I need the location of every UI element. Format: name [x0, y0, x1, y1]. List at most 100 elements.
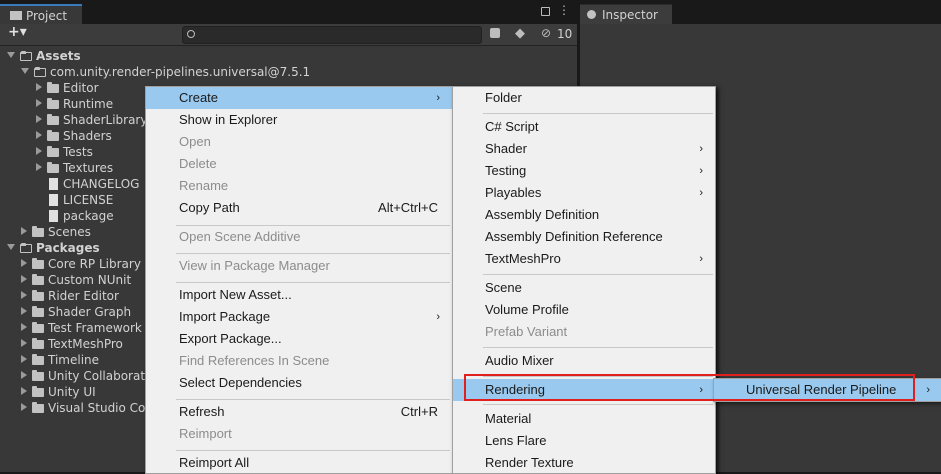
tree-folder-tests[interactable]: Tests	[36, 144, 93, 160]
expand-arrow-icon[interactable]	[21, 68, 29, 74]
menu-item-testing[interactable]: Testing ›	[453, 160, 715, 182]
submenu-arrow-icon: ›	[699, 187, 703, 199]
tab-project-label: Project	[26, 9, 68, 23]
menu-item-prefab-variant[interactable]: Prefab Variant	[453, 321, 715, 343]
menu-item-folder[interactable]: Folder	[453, 87, 715, 109]
expand-arrow-icon[interactable]	[7, 244, 15, 250]
tree-package-item[interactable]: Visual Studio Code	[21, 400, 160, 416]
submenu-arrow-icon: ›	[699, 253, 703, 265]
tree-package-item[interactable]: Unity UI	[21, 384, 96, 400]
expand-arrow-icon[interactable]	[36, 163, 42, 171]
submenu-arrow-icon: ›	[436, 92, 440, 104]
folder-icon	[47, 114, 59, 125]
menu-item-reimport-all[interactable]: Reimport All	[146, 452, 452, 474]
menu-item-show-in-explorer[interactable]: Show in Explorer	[146, 109, 452, 131]
expand-arrow-icon[interactable]	[36, 131, 42, 139]
shortcut-label: Ctrl+R	[400, 404, 438, 419]
menu-item-rename[interactable]: Rename	[146, 175, 452, 197]
tab-project[interactable]: Project	[0, 4, 82, 24]
menu-item-delete[interactable]: Delete	[146, 153, 452, 175]
tree-file-changelog[interactable]: CHANGELOG	[47, 176, 139, 192]
menu-item-find-references[interactable]: Find References In Scene	[146, 350, 452, 372]
menu-item-view-in-package-manager[interactable]: View in Package Manager	[146, 255, 452, 277]
menu-item-open[interactable]: Open	[146, 131, 452, 153]
folder-icon	[32, 290, 44, 301]
lock-icon[interactable]	[541, 7, 550, 16]
expand-arrow-icon[interactable]	[7, 52, 15, 58]
tree-file-license[interactable]: LICENSE	[47, 192, 113, 208]
expand-arrow-icon[interactable]	[21, 323, 27, 331]
expand-arrow-icon[interactable]	[21, 275, 27, 283]
tree-folder-shaderlibrary[interactable]: ShaderLibrary	[36, 112, 147, 128]
expand-arrow-icon[interactable]	[36, 147, 42, 155]
menu-item-textmeshpro[interactable]: TextMeshPro ›	[453, 248, 715, 270]
menu-item-refresh[interactable]: Refresh Ctrl+R	[146, 401, 452, 423]
menu-item-lens-flare[interactable]: Lens Flare	[453, 430, 715, 452]
menu-item-scene[interactable]: Scene	[453, 277, 715, 299]
menu-item-create[interactable]: Create ›	[146, 87, 452, 109]
add-button[interactable]: +▾	[8, 24, 27, 40]
tree-file-package[interactable]: package	[47, 208, 114, 224]
text-file-icon	[49, 194, 58, 206]
menu-item-import-package[interactable]: Import Package ›	[146, 306, 452, 328]
tree-package-item[interactable]: Unity Collaborate	[21, 368, 152, 384]
tree-folder-scenes[interactable]: Scenes	[21, 224, 91, 240]
search-input[interactable]	[182, 26, 482, 44]
hidden-packages-icon[interactable]: ⊘	[541, 26, 551, 40]
folder-icon	[32, 370, 44, 381]
search-icon	[187, 30, 195, 38]
expand-arrow-icon[interactable]	[21, 355, 27, 363]
menu-item-export-package[interactable]: Export Package...	[146, 328, 452, 350]
menu-item-open-scene-additive[interactable]: Open Scene Additive	[146, 226, 452, 248]
tree-package-item[interactable]: Custom NUnit	[21, 272, 131, 288]
tree-folder-runtime[interactable]: Runtime	[36, 96, 113, 112]
folder-icon	[47, 146, 59, 157]
expand-arrow-icon[interactable]	[21, 307, 27, 315]
folder-open-icon	[20, 51, 32, 61]
menu-item-shader[interactable]: Shader ›	[453, 138, 715, 160]
tree-package-item[interactable]: TextMeshPro	[21, 336, 123, 352]
filter-by-type-icon[interactable]	[490, 28, 500, 38]
expand-arrow-icon[interactable]	[21, 291, 27, 299]
menu-item-csharp-script[interactable]: C# Script	[453, 116, 715, 138]
tree-package-item[interactable]: Shader Graph	[21, 304, 131, 320]
menu-item-audio-mixer[interactable]: Audio Mixer	[453, 350, 715, 372]
expand-arrow-icon[interactable]	[21, 339, 27, 347]
tree-package-item[interactable]: Test Framework	[21, 320, 142, 336]
inspector-tabbar: Inspector	[580, 0, 941, 24]
expand-arrow-icon[interactable]	[36, 99, 42, 107]
menu-item-copy-path[interactable]: Copy Path Alt+Ctrl+C	[146, 197, 452, 219]
tree-package-item[interactable]: Core RP Library	[21, 256, 141, 272]
more-options-icon[interactable]: ⋮	[558, 3, 570, 17]
tree-package-item[interactable]: Timeline	[21, 352, 99, 368]
expand-arrow-icon[interactable]	[21, 371, 27, 379]
menu-item-volume-profile[interactable]: Volume Profile	[453, 299, 715, 321]
expand-arrow-icon[interactable]	[21, 259, 27, 267]
expand-arrow-icon[interactable]	[21, 227, 27, 235]
expand-arrow-icon[interactable]	[36, 115, 42, 123]
menu-item-material[interactable]: Material	[453, 408, 715, 430]
tree-package-root[interactable]: com.unity.render-pipelines.universal@7.5…	[21, 64, 310, 80]
tree-folder-shaders[interactable]: Shaders	[36, 128, 112, 144]
submenu-arrow-icon: ›	[699, 143, 703, 155]
menu-item-reimport[interactable]: Reimport	[146, 423, 452, 445]
info-icon	[587, 10, 596, 19]
menu-item-assembly-definition-reference[interactable]: Assembly Definition Reference	[453, 226, 715, 248]
menu-item-import-new-asset[interactable]: Import New Asset...	[146, 284, 452, 306]
tree-package-item[interactable]: Rider Editor	[21, 288, 119, 304]
menu-item-render-texture[interactable]: Render Texture	[453, 452, 715, 474]
tree-folder-editor[interactable]: Editor	[36, 80, 99, 96]
menu-item-assembly-definition[interactable]: Assembly Definition	[453, 204, 715, 226]
tab-inspector[interactable]: Inspector	[580, 4, 672, 24]
tree-packages[interactable]: Packages	[7, 240, 100, 256]
menu-item-select-dependencies[interactable]: Select Dependencies	[146, 372, 452, 394]
tree-assets[interactable]: Assets	[7, 48, 81, 64]
tree-folder-textures[interactable]: Textures	[36, 160, 113, 176]
filter-by-label-icon[interactable]: ◆	[515, 26, 525, 41]
folder-icon	[47, 130, 59, 141]
expand-arrow-icon[interactable]	[21, 403, 27, 411]
menu-item-playables[interactable]: Playables ›	[453, 182, 715, 204]
expand-arrow-icon[interactable]	[21, 387, 27, 395]
expand-arrow-icon[interactable]	[36, 83, 42, 91]
folder-icon	[32, 226, 44, 237]
